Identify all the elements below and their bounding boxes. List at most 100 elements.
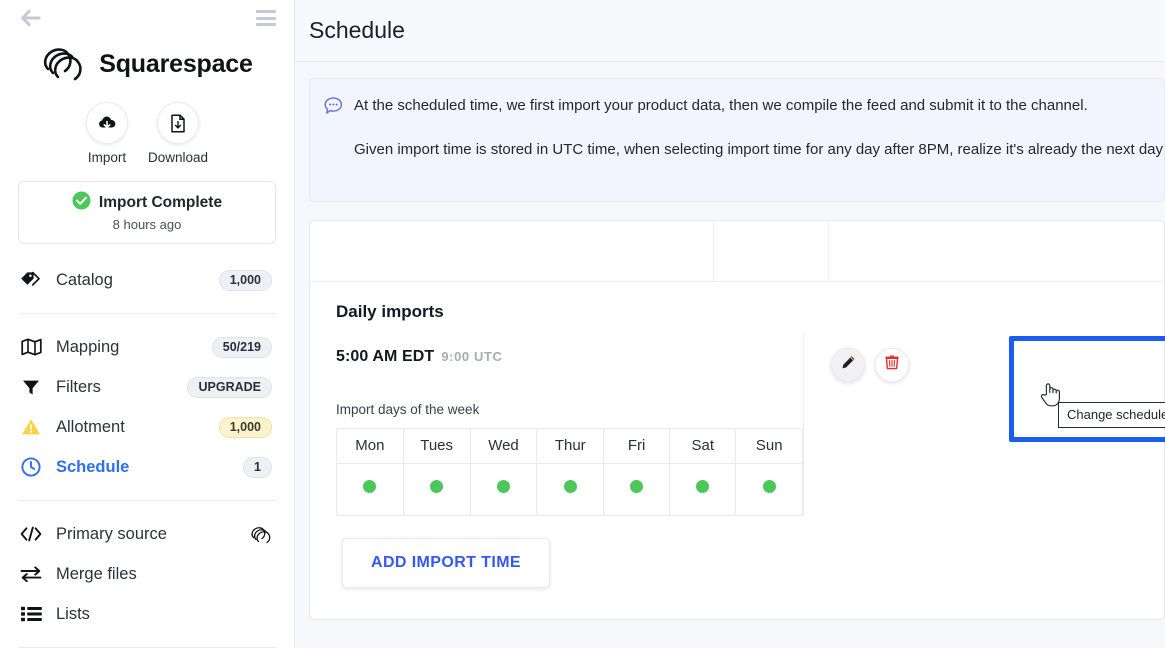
- app-root: Squarespace Import Download Import Compl…: [0, 0, 1165, 648]
- tag-icon: [20, 271, 42, 289]
- days-status-row: [336, 462, 803, 516]
- filter-icon: [20, 379, 42, 396]
- sidebar-item-label: Lists: [56, 604, 90, 623]
- sidebar-item-label: Primary source: [56, 524, 167, 543]
- days-label: Import days of the week: [336, 401, 480, 417]
- day-toggle-sat[interactable]: [669, 462, 737, 516]
- import-days-table: Mon Tues Wed Thur Fri Sat Sun: [336, 427, 803, 516]
- main-content: Schedule At the scheduled time, we first…: [295, 0, 1165, 648]
- day-toggle-wed[interactable]: [469, 462, 538, 516]
- hamburger-icon[interactable]: [256, 10, 276, 26]
- info-banner-body: At the scheduled time, we first import y…: [354, 95, 1165, 183]
- day-enabled-dot: [762, 480, 776, 493]
- pencil-icon: [841, 355, 856, 375]
- sidebar-item-label: Catalog: [56, 270, 113, 289]
- schedule-table: [310, 221, 1164, 282]
- day-header-fri: Fri: [603, 427, 671, 464]
- import-status-box: Import Complete 8 hours ago: [18, 181, 276, 244]
- day-toggle-sun[interactable]: [735, 462, 803, 516]
- sidebar-item-mapping[interactable]: Mapping 50/219: [0, 327, 294, 367]
- info-paragraph-1: At the scheduled time, we first import y…: [354, 97, 1088, 114]
- day-toggle-fri[interactable]: [603, 462, 671, 516]
- scheduled-time-local: 5:00 AM EDT: [336, 347, 435, 365]
- quick-actions: Import Download: [0, 102, 294, 165]
- day-header-sun: Sun: [735, 427, 803, 464]
- status-subtitle: 8 hours ago: [112, 217, 182, 232]
- day-enabled-dot: [630, 480, 644, 493]
- day-toggle-tues[interactable]: [402, 462, 471, 516]
- status-badge: 1,000: [218, 269, 272, 291]
- sidebar-item-lists[interactable]: Lists: [0, 594, 294, 634]
- info-paragraph-2: Given import time is stored in UTC time,…: [354, 141, 1165, 158]
- day-enabled-dot: [496, 480, 510, 493]
- table-header-row: [310, 221, 1164, 282]
- status-badge: 1: [243, 456, 272, 478]
- sidebar-item-schedule[interactable]: Schedule 1: [0, 447, 294, 487]
- edit-schedule-button[interactable]: [831, 347, 865, 382]
- cursor-pointer-icon: [1040, 381, 1062, 412]
- brand: Squarespace: [0, 44, 294, 84]
- import-action-label: Import: [87, 150, 127, 165]
- day-enabled-dot: [696, 480, 710, 493]
- sidebar-item-catalog[interactable]: Catalog 1,000: [0, 260, 294, 300]
- day-header-sat: Sat: [669, 427, 737, 464]
- schedule-card: Daily imports 5:00 AM EDT 9:00 UTC Impor…: [309, 220, 1165, 620]
- sidebar: Squarespace Import Download Import Compl…: [0, 0, 295, 648]
- table-header-actions: [712, 221, 828, 282]
- squarespace-logo-icon: [41, 44, 87, 84]
- status-row: Import Complete: [29, 191, 265, 215]
- sidebar-item-allotment[interactable]: Allotment 1,000: [0, 407, 294, 447]
- sidebar-item-label: Filters: [56, 377, 101, 396]
- schedule-row: 5:00 AM EDT 9:00 UTC Import days of the …: [310, 333, 1164, 516]
- section-title: Daily imports: [336, 301, 444, 321]
- download-action-label: Download: [147, 150, 209, 165]
- add-import-time-wrap: ADD IMPORT TIME: [310, 516, 1164, 588]
- upgrade-badge[interactable]: UPGRADE: [187, 376, 272, 398]
- day-toggle-thur[interactable]: [536, 462, 605, 516]
- status-badge: 50/219: [211, 336, 272, 358]
- squarespace-mini-logo-icon: [250, 525, 272, 544]
- table-header-spacer: [827, 221, 1164, 282]
- sidebar-item-filters[interactable]: Filters UPGRADE: [0, 367, 294, 407]
- row-action-buttons: [804, 334, 1164, 382]
- map-icon: [20, 338, 42, 356]
- list-icon: [20, 606, 42, 622]
- sidebar-topbar: [0, 0, 294, 36]
- status-badge: 1,000: [218, 416, 272, 438]
- sidebar-item-merge-files[interactable]: Merge files: [0, 554, 294, 594]
- sidebar-nav: Catalog 1,000 Mapping 50/219 Filters UPG…: [0, 260, 294, 648]
- sidebar-item-primary-source[interactable]: Primary source: [0, 514, 294, 554]
- info-banner: At the scheduled time, we first import y…: [309, 78, 1165, 202]
- table-header-main: [310, 221, 713, 282]
- scheduled-time: 5:00 AM EDT 9:00 UTC: [336, 334, 803, 366]
- file-download-icon: [156, 102, 199, 144]
- cloud-download-icon: [85, 102, 128, 144]
- day-enabled-dot: [563, 480, 577, 493]
- download-action[interactable]: Download: [148, 102, 208, 165]
- day-header-mon: Mon: [336, 427, 404, 464]
- comment-dots-icon: [324, 97, 344, 183]
- back-arrow-icon[interactable]: [20, 7, 42, 29]
- tooltip: Change scheduled time: [1058, 402, 1165, 428]
- check-circle-icon: [72, 191, 91, 215]
- import-action[interactable]: Import: [85, 102, 128, 165]
- day-header-tues: Tues: [402, 427, 471, 464]
- nav-divider-2: [18, 500, 276, 501]
- brand-name: Squarespace: [99, 49, 253, 78]
- sidebar-item-label: Merge files: [56, 564, 137, 583]
- page-header: Schedule: [295, 0, 1165, 62]
- trash-icon: [885, 355, 899, 375]
- status-title: Import Complete: [98, 194, 223, 211]
- sidebar-item-label: Schedule: [56, 457, 130, 476]
- sidebar-item-label: Mapping: [56, 337, 120, 356]
- sidebar-item-label: Allotment: [56, 417, 125, 436]
- day-enabled-dot: [363, 480, 377, 493]
- day-toggle-mon[interactable]: [336, 462, 404, 516]
- day-header-wed: Wed: [469, 427, 538, 464]
- code-icon: [20, 526, 42, 542]
- add-import-time-button[interactable]: ADD IMPORT TIME: [342, 537, 550, 588]
- warning-icon: [20, 418, 42, 436]
- page-title: Schedule: [309, 17, 405, 43]
- delete-schedule-button[interactable]: [875, 347, 909, 382]
- day-header-thur: Thur: [536, 427, 605, 464]
